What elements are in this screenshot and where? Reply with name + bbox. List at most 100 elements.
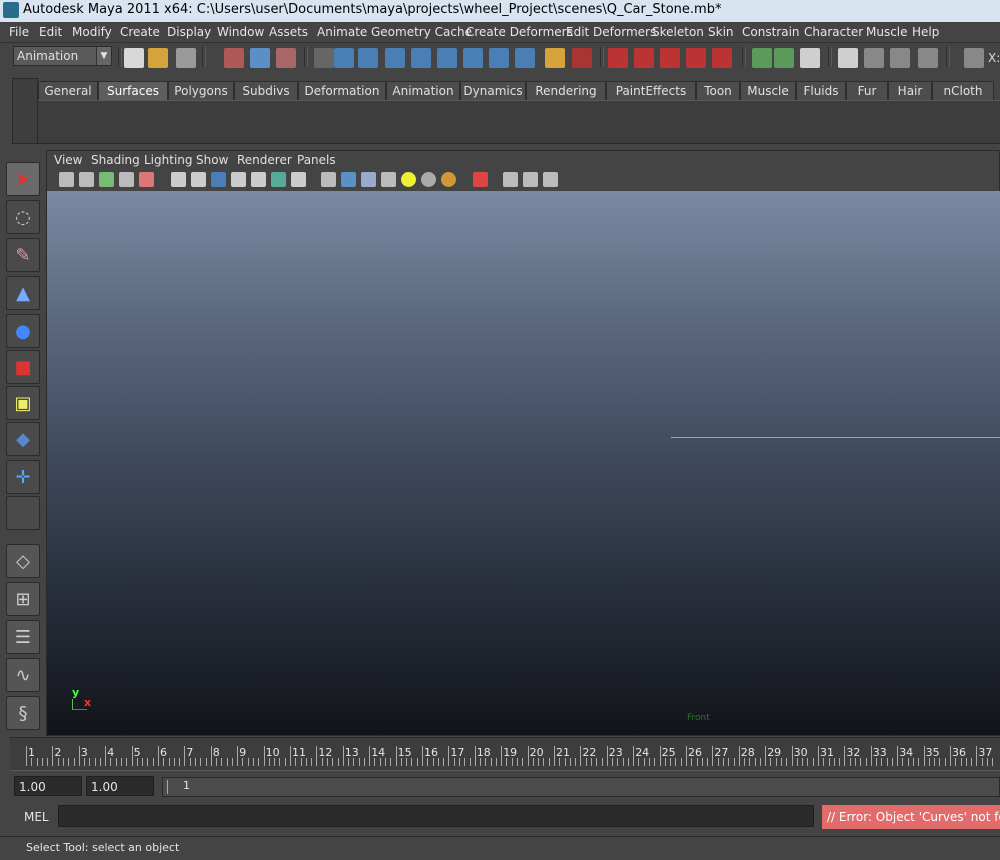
tab-dynamics[interactable]: Dynamics — [460, 81, 526, 100]
command-input[interactable] — [58, 805, 814, 827]
safe-title-icon[interactable] — [291, 172, 306, 187]
tab-deformation[interactable]: Deformation — [298, 81, 386, 100]
image-plane-icon[interactable] — [119, 172, 134, 187]
wireframe-on-shaded-icon[interactable] — [361, 172, 376, 187]
select-curves-icon[interactable] — [385, 48, 405, 68]
filter-icon[interactable] — [314, 48, 334, 68]
menu-file[interactable]: File — [9, 25, 29, 39]
xray-joints-icon[interactable] — [523, 172, 538, 187]
menu-animate[interactable]: Animate — [317, 25, 367, 39]
single-pane-layout-icon[interactable]: ◇ — [6, 544, 40, 578]
isolate-select-icon[interactable] — [473, 172, 488, 187]
menu-character[interactable]: Character — [804, 25, 863, 39]
two-d-pan-zoom-icon[interactable] — [139, 172, 154, 187]
lasso-tool-icon[interactable]: ◌ — [6, 200, 40, 234]
panel-menu-panels[interactable]: Panels — [297, 153, 336, 167]
menu-modify[interactable]: Modify — [72, 25, 112, 39]
select-camera-icon[interactable] — [59, 172, 74, 187]
panel-menu-show[interactable]: Show — [196, 153, 228, 167]
tab-general[interactable]: General — [38, 81, 98, 100]
universal-manipulator-icon[interactable]: ▣ — [6, 386, 40, 420]
textured-icon[interactable] — [381, 172, 396, 187]
panel-menu-lighting[interactable]: Lighting — [144, 153, 193, 167]
tab-toon[interactable]: Toon — [696, 81, 740, 100]
tab-painteffects[interactable]: PaintEffects — [606, 81, 696, 100]
field-chart-icon[interactable] — [251, 172, 266, 187]
range-bar[interactable]: 1 — [162, 777, 1000, 797]
move-tool-icon[interactable]: ▲ — [6, 276, 40, 310]
tab-surfaces[interactable]: Surfaces — [98, 81, 168, 100]
tab-muscle[interactable]: Muscle — [740, 81, 796, 100]
menu-edit[interactable]: Edit — [39, 25, 62, 39]
open-scene-icon[interactable] — [148, 48, 168, 68]
select-surfaces-icon[interactable] — [411, 48, 431, 68]
viewport-3d[interactable]: y x Front — [47, 191, 1000, 735]
command-language-label[interactable]: MEL — [24, 810, 49, 824]
mode-select[interactable]: Animation ▼ — [13, 46, 112, 66]
select-dynamics-icon[interactable] — [463, 48, 483, 68]
tab-ncloth[interactable]: nCloth — [932, 81, 994, 100]
select-joints-icon[interactable] — [358, 48, 378, 68]
menu-skin[interactable]: Skin — [708, 25, 734, 39]
share-icon[interactable] — [543, 172, 558, 187]
help-icon[interactable] — [515, 48, 535, 68]
lock-icon[interactable] — [545, 48, 565, 68]
menu-window[interactable]: Window — [217, 25, 264, 39]
resolution-gate-icon[interactable] — [211, 172, 226, 187]
shelf-options[interactable] — [12, 78, 38, 144]
render-settings-icon[interactable] — [918, 48, 938, 68]
make-live-icon[interactable] — [712, 48, 732, 68]
render-view-icon[interactable] — [838, 48, 858, 68]
film-gate-icon[interactable] — [191, 172, 206, 187]
show-manipulator-icon[interactable]: ✛ — [6, 460, 40, 494]
bookmarks-icon[interactable] — [99, 172, 114, 187]
safe-action-icon[interactable] — [271, 172, 286, 187]
smooth-shade-icon[interactable] — [341, 172, 356, 187]
new-scene-icon[interactable] — [124, 48, 144, 68]
render-frame-icon[interactable] — [864, 48, 884, 68]
menu-geometry-cache[interactable]: Geometry Cache — [371, 25, 472, 39]
save-scene-icon[interactable] — [176, 48, 196, 68]
input-ops-icon[interactable] — [752, 48, 772, 68]
gate-mask-icon[interactable] — [231, 172, 246, 187]
highlight-selection-icon[interactable] — [572, 48, 592, 68]
snap-grid-icon[interactable] — [608, 48, 628, 68]
high-quality-icon[interactable] — [441, 172, 456, 187]
menu-skeleton[interactable]: Skeleton — [652, 25, 704, 39]
select-rendering-icon[interactable] — [489, 48, 509, 68]
tab-fur[interactable]: Fur — [846, 81, 888, 100]
camera-attributes-icon[interactable] — [79, 172, 94, 187]
menu-create[interactable]: Create — [120, 25, 160, 39]
snap-point-icon[interactable] — [660, 48, 680, 68]
select-object-icon[interactable] — [250, 48, 270, 68]
menu-help[interactable]: Help — [912, 25, 939, 39]
range-handle[interactable] — [167, 780, 178, 794]
menu-edit-deformers[interactable]: Edit Deformers — [566, 25, 656, 39]
construction-history-icon[interactable] — [800, 48, 820, 68]
tab-animation[interactable]: Animation — [386, 81, 460, 100]
range-start-field[interactable]: 1.00 — [86, 776, 154, 796]
scale-tool-icon[interactable]: ■ — [6, 350, 40, 384]
tab-rendering[interactable]: Rendering — [526, 81, 606, 100]
snap-curve-icon[interactable] — [634, 48, 654, 68]
chevron-down-icon[interactable]: ▼ — [96, 47, 111, 65]
ipr-render-icon[interactable] — [890, 48, 910, 68]
tab-fluids[interactable]: Fluids — [796, 81, 846, 100]
tab-polygons[interactable]: Polygons — [168, 81, 234, 100]
panel-menu-view[interactable]: View — [54, 153, 82, 167]
rotate-tool-icon[interactable]: ● — [6, 314, 40, 348]
menu-create-deformers[interactable]: Create Deformers — [466, 25, 573, 39]
select-component-icon[interactable] — [276, 48, 296, 68]
menu-constrain[interactable]: Constrain — [742, 25, 800, 39]
select-handles-icon[interactable] — [334, 48, 354, 68]
tab-hair[interactable]: Hair — [888, 81, 932, 100]
output-ops-icon[interactable] — [774, 48, 794, 68]
grid-icon[interactable] — [171, 172, 186, 187]
menu-assets[interactable]: Assets — [269, 25, 308, 39]
select-deformations-icon[interactable] — [437, 48, 457, 68]
menu-muscle[interactable]: Muscle — [866, 25, 908, 39]
four-pane-layout-icon[interactable]: ⊞ — [6, 582, 40, 616]
start-time-field[interactable]: 1.00 — [14, 776, 82, 796]
snap-view-plane-icon[interactable] — [686, 48, 706, 68]
panel-menu-shading[interactable]: Shading — [91, 153, 140, 167]
